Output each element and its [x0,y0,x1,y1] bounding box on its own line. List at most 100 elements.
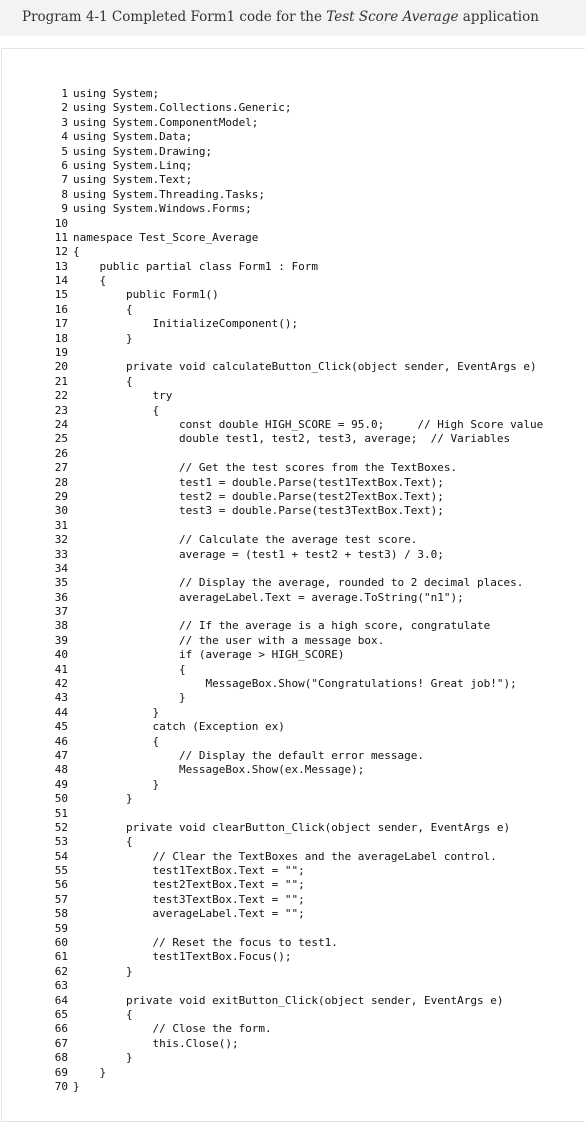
code-line: 33 average = (test1 + test2 + test3) / 3… [47,548,586,562]
code-line: 23 { [47,404,586,418]
line-code: { [73,245,80,259]
line-code: private void clearButton_Click(object se… [73,820,511,834]
code-line: 48 MessageBox.Show(ex.Message); [47,763,586,777]
code-line: 70} [47,1080,586,1094]
line-number: 29 [54,489,68,503]
code-line: 41 { [47,663,586,677]
code-line: 34 [47,562,586,576]
caption-app-name: Test Score Average [326,9,459,25]
line-code: averageLabel.Text = average.ToString("n1… [73,590,464,604]
code-line: 4 using System.Data; [47,130,586,144]
line-number: 12 [54,245,68,259]
line-number: 20 [54,360,68,374]
code-line: 59 [47,922,586,936]
code-line: 43 } [47,691,586,705]
code-line: 7 using System.Text; [47,173,586,187]
code-line: 15 public Form1() [47,288,586,302]
line-number: 68 [54,1051,68,1065]
code-line: 39 // the user with a message box. [47,634,586,648]
line-code: using System.Linq; [73,158,193,172]
line-code: if (average > HIGH_SCORE) [73,648,345,662]
line-number: 31 [54,518,68,532]
code-line: 36 averageLabel.Text = average.ToString(… [47,591,586,605]
line-code: } [73,1079,80,1093]
line-number: 59 [54,921,68,935]
line-number: 48 [54,763,68,777]
line-code: test1TextBox.Text = ""; [73,864,305,878]
code-line: 32 // Calculate the average test score. [47,533,586,547]
code-line: 10 [47,217,586,231]
line-number: 9 [61,202,68,216]
code-line: 68 } [47,1051,586,1065]
line-number: 41 [54,662,68,676]
line-number: 1 [61,87,68,100]
code-line: 20 private void calculateButton_Click(ob… [47,360,586,374]
line-number: 61 [54,950,68,964]
code-line: 3 using System.ComponentModel; [47,116,586,130]
line-code: using System.Data; [73,130,193,144]
line-code: } [73,777,160,791]
code-line: 67 this.Close(); [47,1037,586,1051]
code-line: 11 namespace Test_Score_Average [47,231,586,245]
line-number: 65 [54,1008,68,1021]
line-number: 46 [54,734,68,748]
line-number: 64 [54,993,68,1007]
line-number: 47 [54,748,68,762]
code-line: 44 } [47,706,586,720]
line-code: test2 = double.Parse(test2TextBox.Text); [73,489,444,503]
line-code: } [73,792,133,806]
line-number: 38 [54,619,68,633]
line-number: 8 [61,187,68,201]
line-number: 32 [54,533,68,547]
line-number: 5 [61,144,68,158]
code-line: 54 // Clear the TextBoxes and the averag… [47,850,586,864]
code-line: 46 { [47,735,586,749]
line-code: InitializeComponent(); [73,317,299,331]
line-code: using System.ComponentModel; [73,115,259,129]
line-number: 7 [61,173,68,187]
line-number: 40 [54,648,68,662]
code-line: 57 test3TextBox.Text = ""; [47,893,586,907]
line-number: 57 [54,892,68,906]
code-line: 16 { [47,303,586,317]
line-code: private void calculateButton_Click(objec… [73,360,537,374]
caption-bar: Program 4-1 Completed Form1 code for the… [0,0,586,36]
line-code: using System.Collections.Generic; [73,101,292,115]
line-number: 33 [54,547,68,561]
code-line: 50 } [47,792,586,806]
code-line: 63 [47,979,586,993]
line-number: 27 [54,461,68,475]
line-number: 42 [54,677,68,691]
line-number: 51 [54,806,68,820]
line-number: 49 [54,777,68,791]
code-line: 31 [47,519,586,533]
line-number: 19 [54,346,68,360]
line-number: 2 [61,101,68,115]
code-line: 17 InitializeComponent(); [47,317,586,331]
line-number: 16 [54,302,68,316]
line-code: // Display the average, rounded to 2 dec… [73,576,524,590]
line-number: 28 [54,475,68,489]
line-number: 21 [54,374,68,388]
code-line: 14 { [47,274,586,288]
code-line: 29 test2 = double.Parse(test2TextBox.Tex… [47,490,586,504]
code-line: 58 averageLabel.Text = ""; [47,907,586,921]
code-line: 6 using System.Linq; [47,159,586,173]
code-line: 30 test3 = double.Parse(test3TextBox.Tex… [47,504,586,518]
line-number: 17 [54,317,68,331]
line-code: test3TextBox.Text = ""; [73,892,305,906]
line-code: } [73,705,160,719]
line-number: 62 [54,964,68,978]
line-code: test1 = double.Parse(test1TextBox.Text); [73,475,444,489]
line-code: using System; [73,87,160,100]
line-code: MessageBox.Show("Congratulations! Great … [73,677,517,691]
code-line: 55 test1TextBox.Text = ""; [47,864,586,878]
line-code: public partial class Form1 : Form [73,259,319,273]
line-code: { [73,1008,133,1021]
code-line: 12 { [47,245,586,259]
line-number: 63 [54,979,68,993]
line-code: MessageBox.Show(ex.Message); [73,763,365,777]
line-number: 58 [54,907,68,921]
code-line: 56 test2TextBox.Text = ""; [47,878,586,892]
line-number: 11 [54,230,68,244]
